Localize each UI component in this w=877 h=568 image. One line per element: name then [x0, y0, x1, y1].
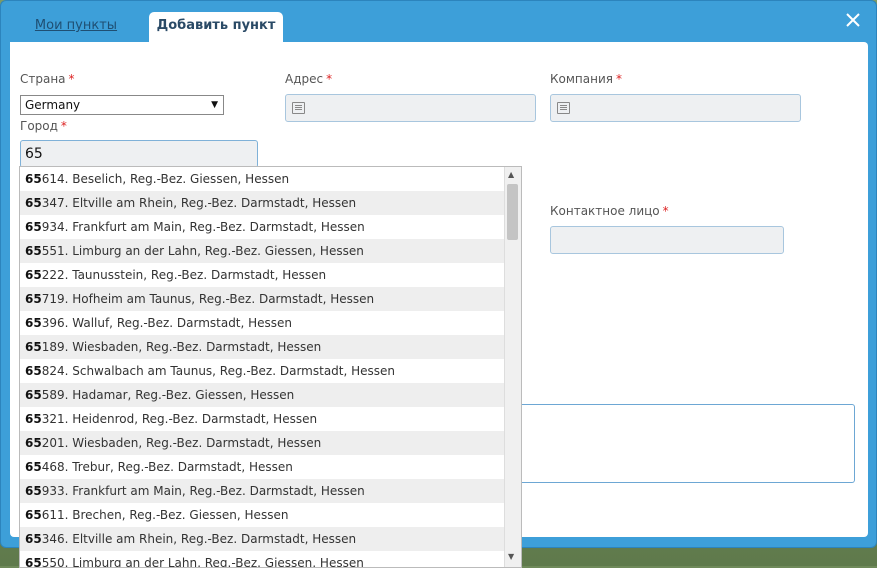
suggestion-match: 65	[25, 412, 42, 426]
suggestion-match: 65	[25, 292, 42, 306]
suggestion-item[interactable]: 65824. Schwalbach am Taunus, Reg.-Bez. D…	[20, 359, 521, 383]
suggestion-item[interactable]: 65551. Limburg an der Lahn, Reg.-Bez. Gi…	[20, 239, 521, 263]
suggestion-text: 933. Frankfurt am Main, Reg.-Bez. Darmst…	[41, 484, 365, 498]
suggestion-match: 65	[25, 316, 42, 330]
suggestion-item[interactable]: 65550. Limburg an der Lahn, Reg.-Bez. Gi…	[20, 551, 521, 568]
suggestion-match: 65	[25, 388, 42, 402]
required-mark: *	[615, 72, 622, 86]
suggestion-item[interactable]: 65321. Heidenrod, Reg.-Bez. Darmstadt, H…	[20, 407, 521, 431]
suggestion-item[interactable]: 65222. Taunusstein, Reg.-Bez. Darmstadt,…	[20, 263, 521, 287]
suggestion-item[interactable]: 65933. Frankfurt am Main, Reg.-Bez. Darm…	[20, 479, 521, 503]
close-icon[interactable]	[844, 11, 862, 29]
suggestion-text: 189. Wiesbaden, Reg.-Bez. Darmstadt, Hes…	[41, 340, 322, 354]
city-input[interactable]: 65	[20, 140, 258, 168]
suggestion-match: 65	[25, 484, 42, 498]
suggestion-item[interactable]: 65468. Trebur, Reg.-Bez. Darmstadt, Hess…	[20, 455, 521, 479]
suggestion-text: 934. Frankfurt am Main, Reg.-Bez. Darmst…	[41, 220, 365, 234]
suggestion-match: 65	[25, 244, 42, 258]
suggestion-text: 222. Taunusstein, Reg.-Bez. Darmstadt, H…	[41, 268, 327, 282]
address-field[interactable]	[285, 94, 536, 122]
tab-my-points[interactable]: Мои пункты	[11, 12, 141, 42]
list-icon	[557, 102, 570, 114]
address-label: Адрес *	[285, 72, 333, 86]
suggestion-text: 824. Schwalbach am Taunus, Reg.-Bez. Dar…	[41, 364, 396, 378]
suggestion-text: 589. Hadamar, Reg.-Bez. Giessen, Hessen	[41, 388, 295, 402]
city-label: Город *	[20, 119, 67, 133]
suggestion-text: 396. Walluf, Reg.-Bez. Darmstadt, Hessen	[41, 316, 293, 330]
suggestion-item[interactable]: 65719. Hofheim am Taunus, Reg.-Bez. Darm…	[20, 287, 521, 311]
suggestion-match: 65	[25, 196, 42, 210]
required-mark: *	[326, 72, 333, 86]
required-mark: *	[662, 204, 669, 218]
suggestion-item[interactable]: 65934. Frankfurt am Main, Reg.-Bez. Darm…	[20, 215, 521, 239]
suggestion-match: 65	[25, 364, 42, 378]
suggestion-item[interactable]: 65589. Hadamar, Reg.-Bez. Giessen, Hesse…	[20, 383, 521, 407]
suggestion-match: 65	[25, 508, 42, 522]
suggestions-list: 65614. Beselich, Reg.-Bez. Giessen, Hess…	[20, 167, 521, 568]
country-label: Страна *	[20, 72, 75, 86]
comment-textarea[interactable]	[520, 404, 855, 483]
country-select[interactable]: Germany ▼	[20, 95, 224, 115]
suggestion-text: 346. Eltville am Rhein, Reg.-Bez. Darmst…	[41, 532, 357, 546]
suggestion-text: 201. Wiesbaden, Reg.-Bez. Darmstadt, Hes…	[41, 436, 322, 450]
suggestion-text: 468. Trebur, Reg.-Bez. Darmstadt, Hessen	[41, 460, 293, 474]
suggestion-match: 65	[25, 532, 42, 546]
company-field[interactable]	[550, 94, 801, 122]
suggestion-text: 550. Limburg an der Lahn, Reg.-Bez. Gies…	[41, 556, 364, 568]
suggestion-match: 65	[25, 340, 42, 354]
city-suggestions-dropdown: 65614. Beselich, Reg.-Bez. Giessen, Hess…	[19, 166, 522, 568]
suggestion-item[interactable]: 65347. Eltville am Rhein, Reg.-Bez. Darm…	[20, 191, 521, 215]
suggestion-text: 321. Heidenrod, Reg.-Bez. Darmstadt, Hes…	[41, 412, 318, 426]
scroll-up-icon[interactable]: ▲	[508, 170, 514, 179]
suggestion-item[interactable]: 65346. Eltville am Rhein, Reg.-Bez. Darm…	[20, 527, 521, 551]
suggestion-item[interactable]: 65201. Wiesbaden, Reg.-Bez. Darmstadt, H…	[20, 431, 521, 455]
suggestion-match: 65	[25, 268, 42, 282]
suggestion-match: 65	[25, 556, 42, 568]
suggestion-item[interactable]: 65396. Walluf, Reg.-Bez. Darmstadt, Hess…	[20, 311, 521, 335]
suggestion-text: 614. Beselich, Reg.-Bez. Giessen, Hessen	[41, 172, 290, 186]
suggestion-text: 347. Eltville am Rhein, Reg.-Bez. Darmst…	[41, 196, 357, 210]
suggestion-match: 65	[25, 172, 42, 186]
suggestion-item[interactable]: 65611. Brechen, Reg.-Bez. Giessen, Hesse…	[20, 503, 521, 527]
suggestion-match: 65	[25, 220, 42, 234]
suggestion-text: 551. Limburg an der Lahn, Reg.-Bez. Gies…	[41, 244, 364, 258]
scroll-down-icon[interactable]: ▼	[508, 552, 514, 561]
suggestion-match: 65	[25, 436, 42, 450]
scroll-thumb[interactable]	[507, 184, 518, 240]
suggestion-item[interactable]: 65189. Wiesbaden, Reg.-Bez. Darmstadt, H…	[20, 335, 521, 359]
required-mark: *	[68, 72, 75, 86]
company-label: Компания *	[550, 72, 622, 86]
dropdown-arrow-icon: ▼	[211, 100, 218, 110]
contact-label: Контактное лицо *	[550, 204, 669, 218]
tab-add-point[interactable]: Добавить пункт	[149, 12, 283, 42]
suggestion-text: 611. Brechen, Reg.-Bez. Giessen, Hessen	[41, 508, 289, 522]
dropdown-scrollbar[interactable]: ▲ ▼	[504, 167, 521, 567]
list-icon	[292, 102, 305, 114]
required-mark: *	[60, 119, 67, 133]
contact-field[interactable]	[550, 226, 784, 254]
suggestion-item[interactable]: 65614. Beselich, Reg.-Bez. Giessen, Hess…	[20, 167, 521, 191]
suggestion-match: 65	[25, 460, 42, 474]
suggestion-text: 719. Hofheim am Taunus, Reg.-Bez. Darmst…	[41, 292, 375, 306]
